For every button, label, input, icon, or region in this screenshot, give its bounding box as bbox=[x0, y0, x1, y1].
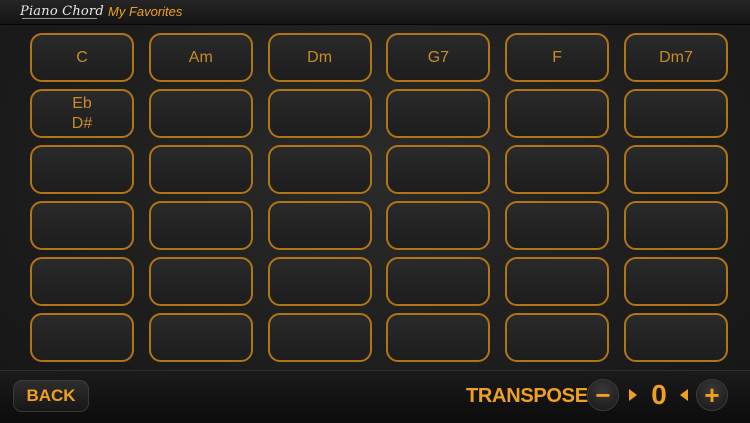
logo-underline bbox=[22, 18, 97, 19]
app-screen: Piano Chord My Favorites C Am Dm G7 F Dm7 Eb D#… bbox=[0, 0, 750, 423]
back-button[interactable]: BACK bbox=[13, 380, 89, 412]
empty-chord-slot[interactable] bbox=[623, 201, 728, 250]
empty-chord-slot[interactable] bbox=[267, 201, 372, 250]
empty-chord-slot[interactable] bbox=[267, 313, 372, 362]
chord-slot-label: Dm7 bbox=[659, 48, 693, 66]
chord-slot[interactable]: Dm7 bbox=[623, 33, 728, 82]
empty-chord-slot[interactable] bbox=[30, 313, 134, 362]
empty-chord-slot[interactable] bbox=[623, 89, 728, 138]
transpose-value: 0 bbox=[651, 379, 667, 410]
chord-slot[interactable]: C bbox=[30, 33, 134, 82]
empty-chord-slot[interactable] bbox=[505, 257, 610, 306]
header-bar: Piano Chord My Favorites bbox=[0, 0, 750, 25]
chord-slot-label: Dm bbox=[307, 48, 333, 66]
empty-chord-slot[interactable] bbox=[148, 201, 253, 250]
chord-slot[interactable]: Dm bbox=[267, 33, 372, 82]
chord-slot-label: G7 bbox=[427, 48, 450, 66]
empty-chord-slot[interactable] bbox=[386, 257, 491, 306]
transpose-minus-button[interactable]: − bbox=[587, 379, 619, 411]
empty-chord-slot[interactable] bbox=[30, 257, 134, 306]
empty-chord-slot[interactable] bbox=[505, 89, 610, 138]
empty-chord-slot[interactable] bbox=[30, 201, 134, 250]
chord-slot-label: F bbox=[552, 48, 563, 66]
empty-chord-slot[interactable] bbox=[623, 257, 728, 306]
empty-chord-slot[interactable] bbox=[148, 313, 253, 362]
chord-slot-label: D# bbox=[71, 114, 93, 132]
favorites-chord-grid: C Am Dm G7 F Dm7 Eb D# bbox=[30, 33, 728, 362]
empty-chord-slot[interactable] bbox=[386, 145, 491, 194]
chord-slot-label: Am bbox=[188, 48, 213, 66]
empty-chord-slot[interactable] bbox=[148, 145, 253, 194]
empty-chord-slot[interactable] bbox=[505, 313, 610, 362]
empty-chord-slot[interactable] bbox=[267, 89, 372, 138]
chord-slot[interactable]: F bbox=[505, 33, 610, 82]
empty-chord-slot[interactable] bbox=[148, 257, 253, 306]
chord-slot[interactable]: G7 bbox=[386, 33, 491, 82]
empty-chord-slot[interactable] bbox=[623, 145, 728, 194]
transpose-plus-button[interactable]: + bbox=[696, 379, 728, 411]
empty-chord-slot[interactable] bbox=[386, 89, 491, 138]
empty-chord-slot[interactable] bbox=[386, 313, 491, 362]
empty-chord-slot[interactable] bbox=[267, 257, 372, 306]
page-title: My Favorites bbox=[108, 4, 183, 19]
empty-chord-slot[interactable] bbox=[267, 145, 372, 194]
chord-slot[interactable]: Eb D# bbox=[30, 89, 134, 138]
chord-slot-label: Eb bbox=[72, 94, 92, 112]
chord-slot-label: C bbox=[76, 48, 88, 66]
chord-slot[interactable]: Am bbox=[148, 33, 253, 82]
footer-bar: BACK TRANSPOSE − 0 + bbox=[0, 370, 750, 423]
empty-chord-slot[interactable] bbox=[623, 313, 728, 362]
empty-chord-slot[interactable] bbox=[505, 201, 610, 250]
app-logo: Piano Chord bbox=[20, 4, 104, 19]
empty-chord-slot[interactable] bbox=[148, 89, 253, 138]
arrow-right-icon bbox=[629, 389, 637, 401]
arrow-left-icon bbox=[680, 389, 688, 401]
transpose-label: TRANSPOSE bbox=[466, 385, 588, 407]
empty-chord-slot[interactable] bbox=[30, 145, 134, 194]
empty-chord-slot[interactable] bbox=[505, 145, 610, 194]
empty-chord-slot[interactable] bbox=[386, 201, 491, 250]
